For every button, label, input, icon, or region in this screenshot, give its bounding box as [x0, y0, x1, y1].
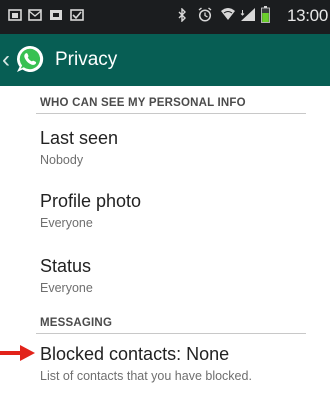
wifi-icon — [221, 8, 235, 20]
whatsapp-logo-icon[interactable] — [14, 43, 46, 75]
action-bar: ‹ Privacy — [0, 34, 330, 86]
screenshot-icon — [8, 9, 22, 21]
setting-title: Blocked contacts: None — [40, 344, 230, 364]
setting-status[interactable]: Status Everyone — [40, 255, 310, 296]
setting-summary: Everyone — [40, 281, 93, 295]
setting-blocked-contacts[interactable]: Blocked contacts: None List of contacts … — [40, 343, 310, 384]
section-divider — [36, 333, 306, 334]
setting-summary: Everyone — [40, 216, 93, 230]
clock: 13:00 — [286, 6, 328, 25]
alarm-icon — [198, 7, 212, 22]
setting-summary: List of contacts that you have blocked. — [40, 369, 252, 383]
setting-last-seen[interactable]: Last seen Nobody — [40, 127, 310, 168]
setting-title: Status — [40, 256, 92, 276]
mail-icon — [28, 9, 42, 21]
section-header-messaging: MESSAGING — [40, 317, 113, 329]
section-header-personal-info: WHO CAN SEE MY PERSONAL INFO — [40, 97, 246, 109]
red-arrow-icon — [0, 345, 35, 361]
back-chevron-icon[interactable]: ‹ — [2, 46, 10, 74]
setting-title: Profile photo — [40, 191, 142, 211]
section-divider — [36, 113, 306, 114]
setting-summary: Nobody — [40, 153, 84, 167]
checkbox-icon — [70, 9, 84, 21]
bluetooth-icon — [178, 8, 186, 22]
privacy-screen: 13:00 ‹ Privacy WHO CAN SEE MY PERSONAL … — [0, 0, 330, 394]
status-bar: 13:00 — [0, 0, 330, 34]
setting-title: Last seen — [40, 128, 119, 148]
image-icon — [50, 10, 62, 20]
signal-icon — [240, 8, 255, 21]
battery-icon — [261, 6, 270, 23]
page-title: Privacy — [55, 49, 118, 70]
setting-profile-photo[interactable]: Profile photo Everyone — [40, 190, 310, 231]
